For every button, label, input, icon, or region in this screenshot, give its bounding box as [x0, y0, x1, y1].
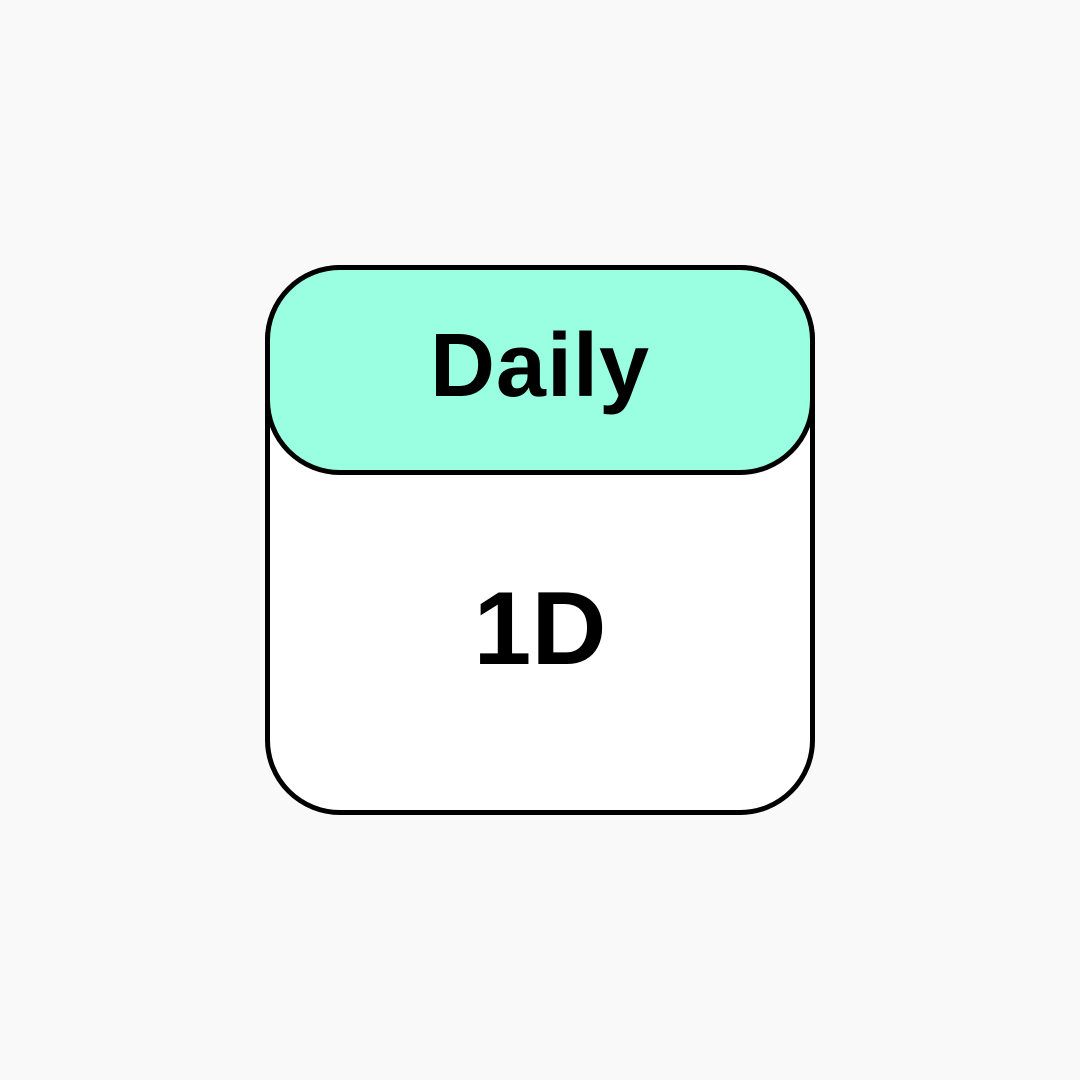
- calendar-value: 1D: [473, 571, 607, 687]
- calendar-title: Daily: [429, 316, 651, 416]
- calendar-header: Daily: [265, 265, 815, 475]
- canvas: Daily 1D: [0, 0, 1080, 1080]
